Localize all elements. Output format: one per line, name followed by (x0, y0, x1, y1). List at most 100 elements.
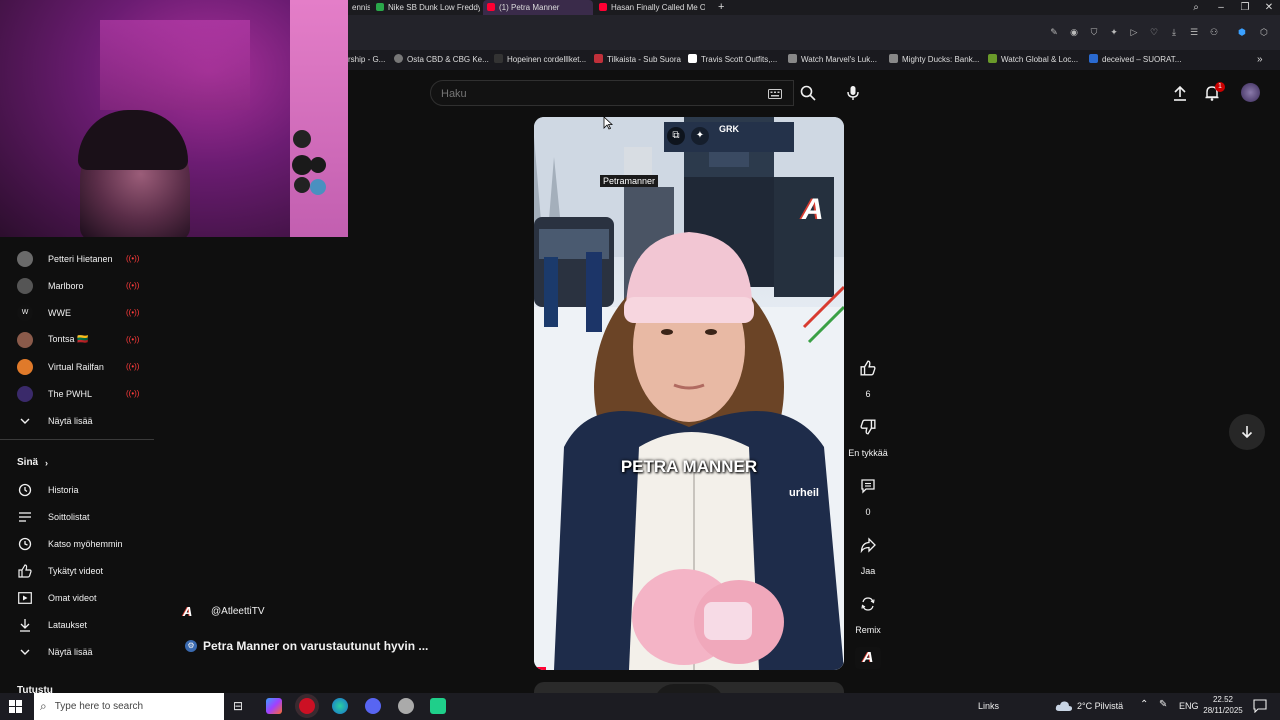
arrow-down-icon (1241, 426, 1253, 439)
bookmark-0[interactable]: rship - G... (348, 50, 385, 70)
sidebar-subscription[interactable]: W WWE ((•)) (0, 299, 160, 326)
profile-icon[interactable]: ⚇ (1208, 26, 1220, 38)
like-button[interactable]: 6 (848, 350, 888, 399)
channel-logo-watermark: A (802, 193, 824, 226)
channel-name: WWE (48, 307, 71, 318)
minimize-icon[interactable]: – (1211, 0, 1231, 15)
dislike-button[interactable]: En tykkää (848, 409, 888, 458)
sidebar-item-liked-videos[interactable]: Tykätyt videot (0, 557, 160, 584)
channel-handle[interactable]: @AtleettiTV (211, 606, 265, 617)
sound-source-avatar[interactable]: A (855, 647, 881, 669)
sidebar-item-your-videos[interactable]: Omat videot (0, 584, 160, 611)
voice-search-button[interactable] (839, 79, 867, 107)
share-label: Jaa (860, 566, 876, 576)
bookmark-5[interactable]: Watch Marvel's Luk... (788, 50, 877, 70)
search-icon (800, 85, 816, 101)
windows-taskbar: ⌕ Type here to search ⊟ Links 2°C Pilvis… (0, 693, 1280, 720)
pen-icon[interactable]: ✎ (1159, 699, 1167, 710)
extension-2-icon[interactable]: ⬢ (1236, 26, 1248, 38)
weather-text[interactable]: 2°C Pilvistä (1077, 701, 1123, 711)
clock[interactable]: 22.52 28/11/2025 (1203, 694, 1243, 716)
search-input[interactable] (441, 86, 741, 102)
playlists-icon (17, 509, 33, 525)
bookmark-label: deceived – SUORAT... (1102, 55, 1182, 64)
bookmark-6[interactable]: Mighty Ducks: Bank... (889, 50, 979, 70)
short-video-player[interactable]: GRK ⧉ ✦ Petramanner A PETRA MANNER urhei… (534, 117, 844, 670)
green-app-icon[interactable] (430, 698, 446, 714)
tab-0[interactable]: ennis F (348, 0, 370, 15)
edit-icon[interactable]: ✎ (1048, 26, 1060, 38)
discord-app-icon[interactable] (365, 698, 381, 714)
taskbar-search[interactable]: ⌕ Type here to search (34, 693, 224, 720)
more-bookmarks-icon[interactable]: » (1257, 50, 1263, 70)
sidebar-subscription[interactable]: Marlboro ((•)) (0, 272, 160, 299)
show-more-subscriptions[interactable]: Näytä lisää (0, 407, 160, 434)
camera-icon[interactable]: ◉ (1068, 26, 1080, 38)
bookmark-2[interactable]: Hopeinen cordelllket... (494, 50, 586, 70)
sidebar-subscription[interactable]: Virtual Railfan ((•)) (0, 353, 160, 380)
channel-avatar[interactable]: A (183, 604, 201, 622)
sidebar-subscription[interactable]: The PWHL ((•)) (0, 380, 160, 407)
remix-button[interactable]: Remix (848, 586, 888, 635)
edge-app-icon[interactable] (332, 698, 348, 714)
tab-3[interactable]: Hasan Finally Called Me O (595, 0, 705, 15)
notifications-button[interactable]: 1 (1198, 79, 1226, 107)
sidebar-item-history[interactable]: Historia (0, 476, 160, 503)
comments-button[interactable]: 0 (848, 468, 888, 517)
bookmark-icon (889, 54, 898, 63)
sparkle-icon[interactable]: ✦ (691, 127, 709, 145)
you-section-header[interactable]: Sinä › (0, 449, 160, 476)
sidebar-subscription[interactable]: Tontsa 🇱🇹 ((•)) (0, 326, 160, 353)
cube-icon[interactable]: ⬡ (1258, 26, 1270, 38)
bookmark-icon (594, 54, 603, 63)
next-short-preview[interactable] (534, 682, 844, 693)
sidebar-item-watch-later[interactable]: Katso myöhemmin (0, 530, 160, 557)
bookmark-3[interactable]: Tilkaista - Sub Suora (594, 50, 681, 70)
opera-app-icon[interactable] (299, 698, 315, 714)
windows-start-icon[interactable] (9, 700, 22, 713)
bookmark-4[interactable]: Travis Scott Outfits,... (688, 50, 777, 70)
bookmark-7[interactable]: Watch Global & Loc... (988, 50, 1078, 70)
search-button[interactable] (794, 79, 822, 107)
copilot-app-icon[interactable] (266, 698, 282, 714)
sidebar-item-playlists[interactable]: Soittolistat (0, 503, 160, 530)
taskbar-links[interactable]: Links (978, 701, 999, 711)
sidebar-item-downloads[interactable]: Lataukset (0, 611, 160, 638)
browser-search-icon[interactable]: ⌕ (1186, 0, 1206, 15)
chevron-up-icon[interactable]: ⌃ (1140, 699, 1148, 710)
bookmark-label: Mighty Ducks: Bank... (902, 55, 980, 64)
show-more-you[interactable]: Näytä lisää (0, 638, 160, 665)
close-icon[interactable]: ✕ (1259, 0, 1279, 15)
restore-icon[interactable]: ❐ (1235, 0, 1255, 15)
bookmark-1[interactable]: Osta CBD & CBG Ke... (394, 50, 489, 70)
tab-2-active[interactable]: (1) Petra Manner (483, 0, 593, 15)
search-box[interactable] (430, 80, 794, 106)
language-indicator[interactable]: ENG (1179, 701, 1199, 711)
avatar[interactable] (1241, 83, 1260, 102)
keyboard-icon[interactable] (761, 80, 789, 108)
miniplayer-icon[interactable]: ⧉ (667, 127, 685, 145)
heart-icon[interactable]: ♡ (1148, 26, 1160, 38)
play-icon[interactable]: ▷ (1128, 26, 1140, 38)
bookmark-icon (1089, 54, 1098, 63)
download-icon[interactable]: ⤓ (1168, 26, 1180, 38)
explore-section-header[interactable]: Tutustu (0, 677, 160, 693)
new-tab-button[interactable]: + (714, 0, 728, 15)
webcam-person-beanie (78, 110, 188, 170)
app-icon[interactable] (398, 698, 414, 714)
bookmark-label: Hopeinen cordelllket... (507, 55, 587, 64)
share-button[interactable]: Jaa (848, 527, 888, 576)
progress-bar[interactable] (534, 667, 546, 670)
tab-1[interactable]: Nike SB Dunk Low Freddy (372, 0, 480, 15)
bookmark-8[interactable]: deceived – SUORAT... (1089, 50, 1181, 70)
shield-icon[interactable]: ⛉ (1088, 26, 1100, 38)
bookmark-label: Osta CBD & CBG Ke... (407, 55, 489, 64)
extension-icon[interactable]: ✦ (1108, 26, 1120, 38)
video-title[interactable]: Petra Manner on varustautunut hyvin ... (203, 639, 428, 653)
sidebar-subscription[interactable]: Petteri Hietanen ((•)) (0, 245, 160, 272)
task-view-icon[interactable]: ⊟ (233, 699, 247, 713)
next-short-button[interactable] (1229, 414, 1265, 450)
create-upload-button[interactable] (1166, 79, 1194, 107)
notification-center-icon[interactable] (1253, 699, 1267, 714)
menu-icon[interactable]: ☰ (1188, 26, 1200, 38)
